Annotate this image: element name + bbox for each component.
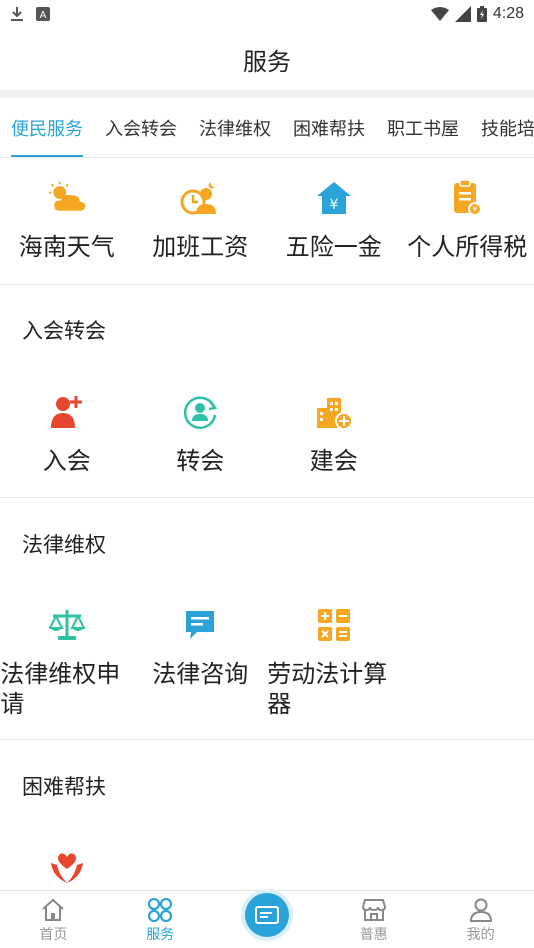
service-overtime[interactable]: 加班工资 bbox=[134, 178, 268, 262]
status-bar: A 4:28 bbox=[0, 0, 534, 28]
title-bar: 服务 bbox=[0, 28, 534, 90]
build-union-icon bbox=[314, 392, 354, 432]
add-member-icon bbox=[47, 392, 87, 432]
services-icon bbox=[148, 898, 173, 922]
tab-bookhouse[interactable]: 职工书屋 bbox=[376, 98, 470, 157]
service-join-label: 入会 bbox=[42, 447, 91, 475]
service-hardship-aid[interactable] bbox=[0, 848, 134, 888]
cell-signal-icon bbox=[454, 6, 471, 22]
section-divider bbox=[0, 739, 534, 740]
overtime-icon bbox=[180, 178, 220, 218]
service-legal-application[interactable]: 法律维权申请 bbox=[0, 605, 134, 719]
membership-grid: 入会 转会 建会 bbox=[0, 392, 534, 476]
section-divider bbox=[0, 497, 534, 498]
svg-text:¥: ¥ bbox=[329, 197, 338, 213]
nav-home-label: 首页 bbox=[39, 927, 68, 943]
chat-bubble-icon bbox=[180, 605, 220, 645]
home-icon bbox=[42, 898, 65, 921]
nav-profile-label: 我的 bbox=[466, 927, 495, 943]
svg-text:A: A bbox=[40, 10, 47, 21]
calculator-icon bbox=[314, 605, 354, 645]
shop-icon bbox=[361, 899, 386, 921]
service-weather-label: 海南天气 bbox=[18, 233, 115, 261]
page-title: 服务 bbox=[243, 47, 291, 76]
service-labor-calculator-label: 劳动法计算器 bbox=[267, 660, 388, 718]
nav-services-label: 服务 bbox=[146, 927, 175, 943]
status-right-icons: 4:28 bbox=[430, 5, 524, 23]
section-title-hardship: 困难帮扶 bbox=[22, 775, 106, 799]
service-income-tax-label: 个人所得税 bbox=[407, 233, 528, 261]
battery-icon bbox=[476, 6, 487, 22]
card-icon bbox=[255, 906, 279, 924]
helping-hands-heart-icon bbox=[47, 848, 87, 888]
wifi-icon bbox=[430, 7, 449, 21]
transfer-member-icon bbox=[180, 392, 220, 432]
tab-membership[interactable]: 入会转会 bbox=[94, 98, 188, 157]
download-icon bbox=[11, 7, 23, 21]
profile-icon bbox=[469, 898, 492, 922]
service-legal-application-label: 法律维权申请 bbox=[0, 660, 121, 718]
service-build-label: 建会 bbox=[309, 447, 358, 475]
service-build[interactable]: 建会 bbox=[267, 392, 401, 476]
service-legal-consult-label: 法律咨询 bbox=[152, 660, 249, 688]
service-income-tax[interactable]: ¥ 个人所得税 bbox=[401, 178, 534, 262]
insurance-house-icon: ¥ bbox=[314, 178, 354, 218]
tax-document-icon: ¥ bbox=[447, 178, 487, 218]
nav-services[interactable]: 服务 bbox=[107, 891, 214, 948]
title-separator bbox=[0, 90, 534, 98]
service-insurance[interactable]: ¥ 五险一金 bbox=[267, 178, 401, 262]
service-overtime-label: 加班工资 bbox=[152, 233, 249, 261]
service-transfer[interactable]: 转会 bbox=[134, 392, 268, 476]
text-notification-icon: A bbox=[36, 7, 50, 21]
tab-legal[interactable]: 法律维权 bbox=[188, 98, 282, 157]
tab-hardship[interactable]: 困难帮扶 bbox=[282, 98, 376, 157]
legal-grid: 法律维权申请 法律咨询 劳动法计算器 bbox=[0, 605, 534, 719]
nav-home[interactable]: 首页 bbox=[0, 891, 107, 948]
status-time: 4:28 bbox=[492, 5, 524, 22]
convenience-grid: 海南天气 加班工资 ¥ 五险一金 ¥ 个人所得税 bbox=[0, 178, 534, 262]
service-transfer-label: 转会 bbox=[176, 447, 225, 475]
service-insurance-label: 五险一金 bbox=[285, 233, 382, 261]
nav-benefits-label: 普惠 bbox=[359, 927, 388, 943]
section-title-membership: 入会转会 bbox=[22, 319, 106, 343]
section-divider bbox=[0, 284, 534, 285]
section-title-legal: 法律维权 bbox=[22, 533, 106, 557]
weather-icon bbox=[47, 178, 87, 218]
service-weather[interactable]: 海南天气 bbox=[0, 178, 134, 262]
nav-benefits[interactable]: 普惠 bbox=[320, 891, 427, 948]
scale-icon bbox=[47, 605, 87, 645]
center-card-button[interactable] bbox=[245, 893, 289, 937]
tab-skills[interactable]: 技能培 bbox=[470, 98, 534, 157]
nav-profile[interactable]: 我的 bbox=[427, 891, 534, 948]
service-join[interactable]: 入会 bbox=[0, 392, 134, 476]
tab-convenience[interactable]: 便民服务 bbox=[0, 98, 94, 157]
category-tabs: 便民服务 入会转会 法律维权 困难帮扶 职工书屋 技能培 bbox=[0, 98, 534, 158]
service-labor-calculator[interactable]: 劳动法计算器 bbox=[267, 605, 401, 719]
status-left-icons: A bbox=[10, 6, 50, 22]
svg-text:¥: ¥ bbox=[473, 205, 478, 214]
service-legal-consult[interactable]: 法律咨询 bbox=[134, 605, 268, 719]
hardship-grid bbox=[0, 848, 534, 888]
